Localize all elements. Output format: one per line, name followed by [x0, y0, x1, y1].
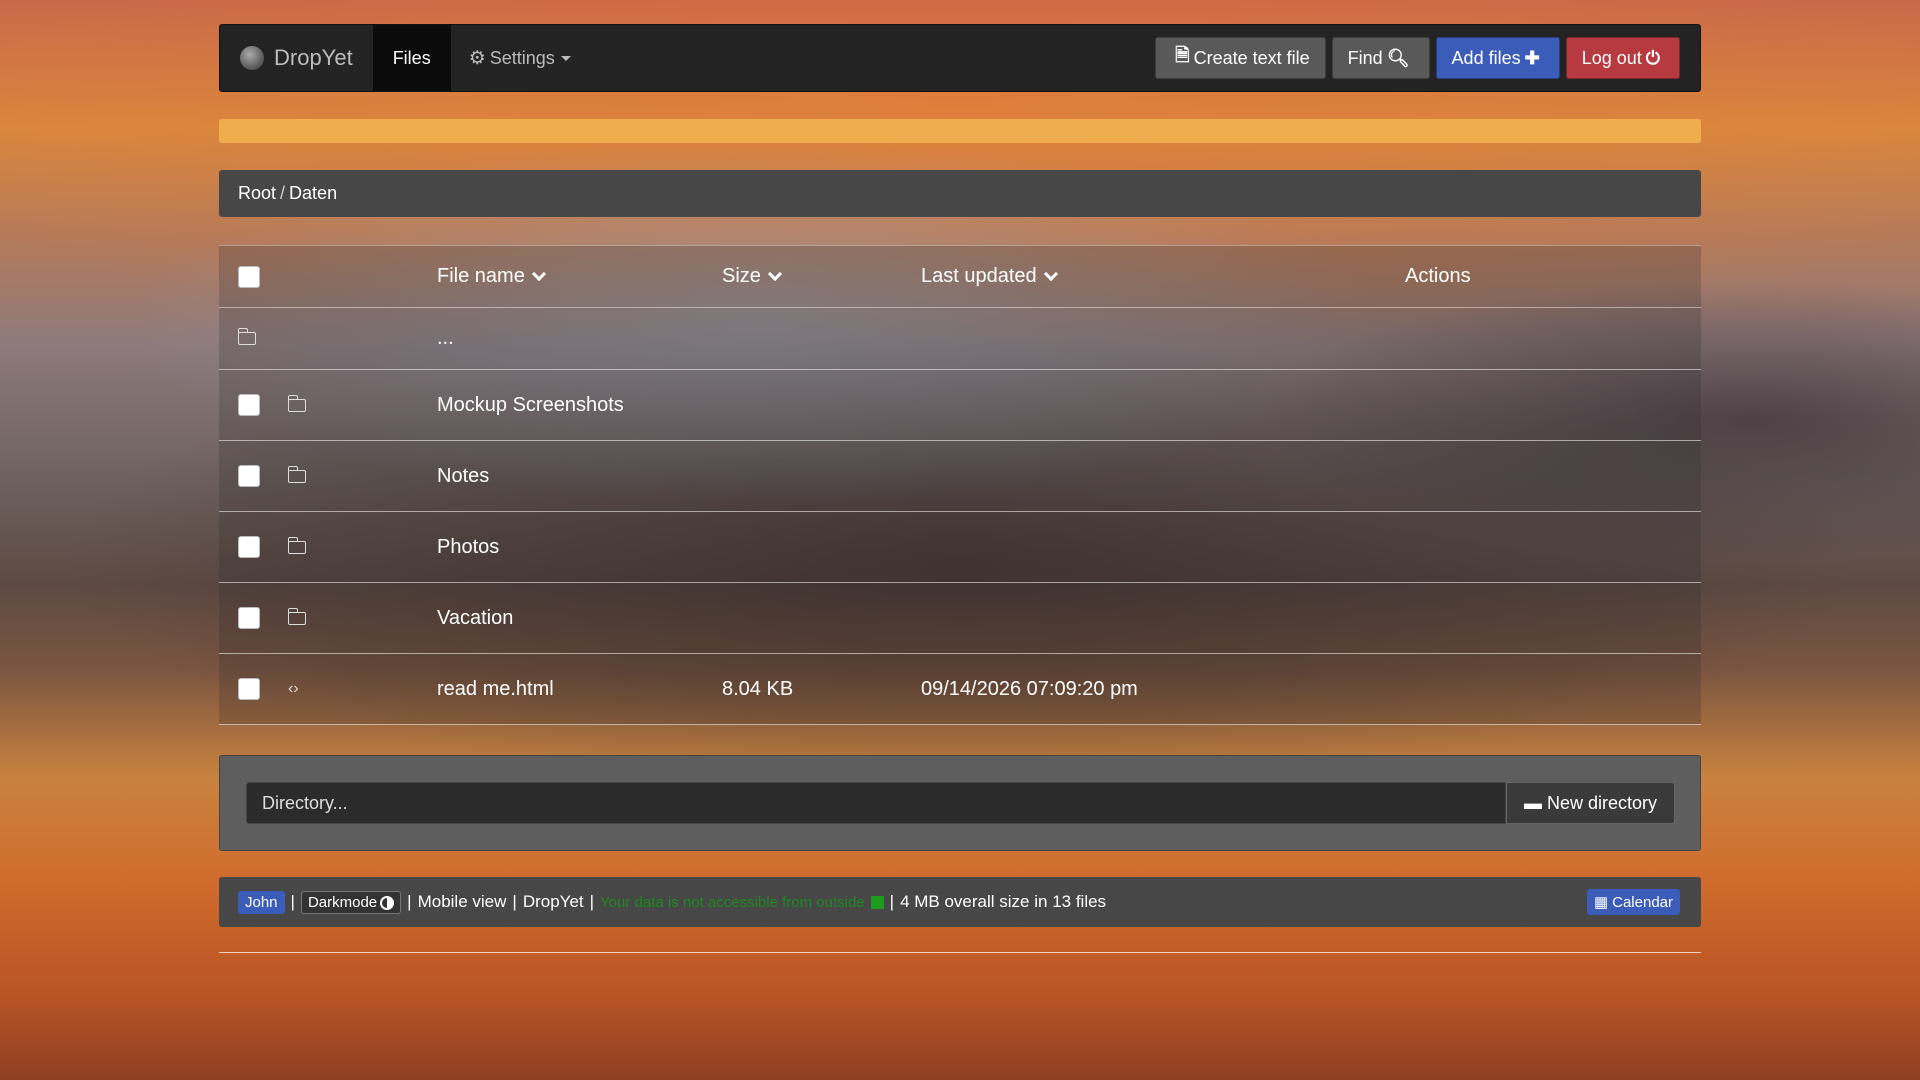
divider: |: [407, 892, 412, 911]
breadcrumb-separator: /: [280, 183, 286, 203]
upload-progress-bar: [219, 119, 1701, 143]
folder-icon: [287, 465, 306, 483]
row-checkbox[interactable]: [238, 465, 260, 487]
globe-logo-icon: [240, 46, 264, 70]
parent-directory-link[interactable]: ...: [437, 327, 454, 350]
footer-bar: John | Darkmode | Mobile view | DropYet …: [219, 877, 1701, 927]
breadcrumb-current[interactable]: Daten: [289, 183, 337, 204]
select-all-checkbox[interactable]: [238, 265, 260, 288]
user-badge[interactable]: John: [238, 890, 285, 914]
nav-files-tab[interactable]: Files: [372, 25, 451, 91]
header-name: File name: [437, 265, 525, 287]
header-updated: Last updated: [921, 265, 1037, 287]
find-button[interactable]: Find 🔍︎: [1331, 37, 1430, 79]
file-icon: 🗎: [1175, 45, 1190, 65]
file-size: 8.04 KB: [722, 677, 794, 700]
calendar-icon: ▦: [1593, 894, 1609, 911]
table-row: Mockup Screenshots: [219, 370, 1701, 441]
calendar-label: Calendar: [1612, 894, 1673, 911]
divider: |: [512, 892, 517, 911]
plus-icon: ✚: [1524, 47, 1540, 68]
log-out-button[interactable]: Log out ⏻: [1565, 37, 1680, 79]
chevron-down-icon: [767, 266, 782, 281]
nav-files-label: Files: [392, 47, 431, 68]
app-name: DropYet: [522, 892, 584, 911]
divider: |: [889, 892, 895, 911]
chevron-down-icon: [1043, 266, 1058, 281]
row-checkbox[interactable]: [238, 394, 260, 416]
navbar-actions: 🗎 Create text file Find 🔍︎ Add files ✚ L…: [1155, 37, 1700, 79]
half-circle-icon: [380, 895, 395, 910]
status-indicator-icon: [870, 895, 884, 909]
nav-settings-label: Settings: [489, 47, 555, 68]
divider-line: [219, 952, 1701, 953]
darkmode-label: Darkmode: [307, 893, 378, 911]
breadcrumb-root[interactable]: Root: [238, 183, 276, 204]
folder-icon: [287, 394, 306, 412]
folder-icon: ▬: [1523, 792, 1542, 813]
sort-by-size[interactable]: Size: [722, 246, 782, 307]
table-header-row: File name Size Last updated Actions: [219, 246, 1701, 308]
gear-icon: ⚙: [468, 47, 486, 69]
folder-icon: [287, 536, 306, 554]
new-directory-label: New directory: [1546, 792, 1658, 813]
directory-name-input[interactable]: [246, 782, 1506, 824]
header-size: Size: [722, 265, 761, 287]
row-checkbox[interactable]: [238, 678, 260, 700]
find-label: Find: [1347, 47, 1383, 68]
caret-down-icon: [560, 55, 571, 61]
brand-name: DropYet: [274, 45, 353, 70]
code-file-icon: ‹›: [288, 680, 299, 697]
chevron-down-icon: [531, 266, 546, 281]
file-name-link[interactable]: read me.html: [437, 678, 554, 701]
breadcrumb: Root / Daten: [219, 170, 1701, 217]
security-status-text: Your data is not accessible from outside: [600, 893, 865, 911]
create-text-file-button[interactable]: 🗎 Create text file: [1155, 37, 1326, 79]
file-name-link[interactable]: Mockup Screenshots: [437, 394, 624, 417]
file-name-link[interactable]: Photos: [437, 536, 499, 559]
log-out-label: Log out: [1581, 47, 1642, 68]
file-table: File name Size Last updated Actions ... …: [219, 245, 1701, 725]
darkmode-toggle[interactable]: Darkmode: [300, 890, 402, 914]
divider: |: [589, 892, 595, 911]
folder-icon: [287, 607, 306, 625]
create-text-file-label: Create text file: [1193, 47, 1310, 68]
nav-settings-dropdown[interactable]: ⚙ Settings: [451, 25, 589, 91]
parent-directory-row[interactable]: ...: [219, 308, 1701, 370]
new-directory-panel: ▬ New directory: [219, 755, 1701, 851]
add-files-button[interactable]: Add files ✚: [1435, 37, 1560, 79]
folder-icon: [237, 328, 256, 345]
brand[interactable]: DropYet: [220, 25, 373, 91]
file-name-link[interactable]: Notes: [437, 465, 489, 488]
divider: |: [290, 892, 295, 911]
mobile-view-link[interactable]: Mobile view: [418, 892, 507, 912]
top-navbar: DropYet Files ⚙ Settings 🗎 Create text f…: [219, 24, 1701, 92]
storage-summary: 4 MB overall size in 13 files: [900, 892, 1107, 911]
header-actions: Actions: [1405, 265, 1471, 287]
file-last-updated: 09/14/2026 07:09:20 pm: [921, 677, 1138, 700]
sort-by-name[interactable]: File name: [437, 246, 546, 307]
search-icon: 🔍︎: [1386, 47, 1410, 68]
table-row: Photos: [219, 512, 1701, 583]
new-directory-button[interactable]: ▬ New directory: [1506, 782, 1675, 824]
file-name-link[interactable]: Vacation: [437, 607, 513, 630]
add-files-label: Add files: [1451, 47, 1521, 68]
calendar-button[interactable]: ▦ Calendar: [1586, 889, 1680, 915]
table-row: Notes: [219, 441, 1701, 512]
table-row: ‹› read me.html 8.04 KB 09/14/2026 07:09…: [219, 654, 1701, 725]
power-icon: ⏻: [1645, 47, 1660, 68]
row-checkbox[interactable]: [238, 536, 260, 558]
sort-by-updated[interactable]: Last updated: [921, 246, 1058, 307]
row-checkbox[interactable]: [238, 607, 260, 629]
table-row: Vacation: [219, 583, 1701, 654]
